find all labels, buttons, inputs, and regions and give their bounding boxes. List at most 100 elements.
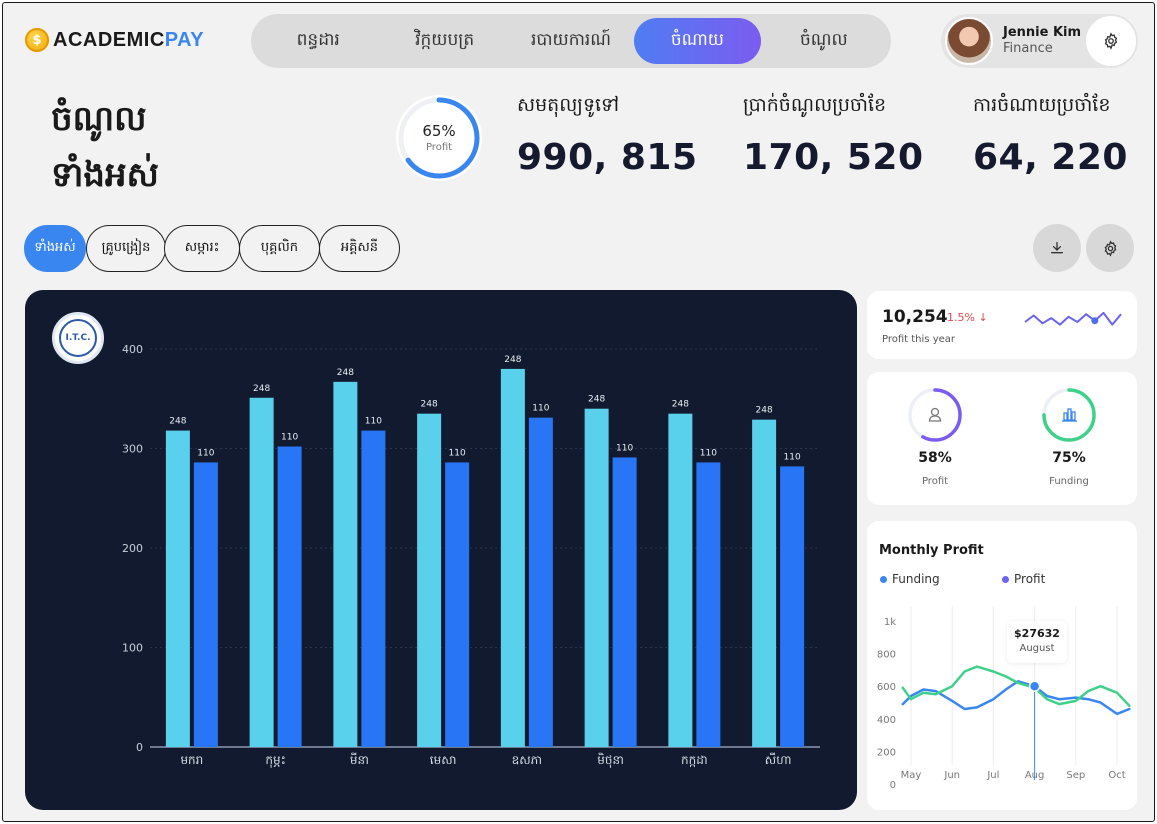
bar[interactable] xyxy=(500,368,525,747)
summary-value: 10,254 xyxy=(882,307,948,327)
summary-change: 1.5% ↓ xyxy=(947,311,988,324)
stat-label: សមតុល្យទូទៅ xyxy=(517,94,620,116)
x-tick-label: ឧសភា xyxy=(512,753,542,767)
nav-tab-income[interactable]: ចំណូល xyxy=(761,18,887,64)
bar-value-label: 248 xyxy=(672,400,689,410)
y-tick-label: 400 xyxy=(122,343,143,356)
x-tick-label: May xyxy=(901,770,922,781)
funding-kpi-label: Funding xyxy=(1049,476,1089,487)
sparkline-path xyxy=(1024,311,1122,326)
stat-monthly-expense: ការចំណាយប្រចាំខែ 64, 220 xyxy=(973,93,1128,178)
y-tick-label: 200 xyxy=(122,542,143,555)
tooltip-marker[interactable] xyxy=(1028,680,1041,692)
stat-label: ប្រាក់ចំណូលប្រចាំខែ xyxy=(743,94,887,116)
bar[interactable] xyxy=(417,413,442,747)
bar-value-label: 110 xyxy=(449,448,466,458)
page-title-line2: ទាំងអស់ xyxy=(51,155,159,195)
tooltip-value: $27632 xyxy=(1014,627,1060,640)
nav-tab-reports[interactable]: របាយការណ៍ xyxy=(508,18,634,64)
profit-kpi-ring xyxy=(908,388,962,442)
filter-materials[interactable]: សម្ភារះ xyxy=(164,225,240,272)
x-tick-label: មេសា xyxy=(430,753,457,767)
monthly-profit-chart: 02004006008001kMay Jun Jul Aug Sep Oct xyxy=(877,606,1131,791)
page-title: ចំណូល ទាំងអស់ xyxy=(51,91,159,203)
bar[interactable] xyxy=(277,446,302,747)
y-tick-label: 1k xyxy=(884,617,896,628)
bar[interactable] xyxy=(528,417,553,747)
chart-tooltip: $27632 August xyxy=(1007,621,1067,663)
user-profile[interactable]: Jennie Kim Finance xyxy=(941,14,1138,68)
bar[interactable] xyxy=(584,408,609,747)
logo[interactable]: $ ACADEMICPAY xyxy=(25,28,204,52)
x-tick-label: Jun xyxy=(943,770,960,781)
monthly-profit-title: Monthly Profit xyxy=(879,543,984,558)
x-tick-label: Jul xyxy=(986,770,999,781)
stat-value: 64, 220 xyxy=(973,137,1128,178)
profile-name: Jennie Kim xyxy=(1003,24,1082,40)
nav-tab-expenses[interactable]: ចំណាយ xyxy=(634,18,761,64)
legend-funding-label[interactable]: Funding xyxy=(892,572,940,586)
bar[interactable] xyxy=(752,419,777,747)
profit-ring-percent: 65% xyxy=(422,122,456,140)
bar-chart-panel: I.T.C. 0 100 200 300 400 248 110 មករា 248 110 កុម្… xyxy=(25,290,857,810)
legend-profit-label[interactable]: Profit xyxy=(1014,572,1045,586)
stat-label: ការចំណាយប្រចាំខែ xyxy=(973,94,1111,116)
bar[interactable] xyxy=(249,397,274,747)
x-tick-label: Oct xyxy=(1108,770,1125,781)
sparkline xyxy=(1024,311,1122,326)
profit-kpi-percent: 58% xyxy=(918,450,952,466)
y-tick-label: 0 xyxy=(890,780,896,791)
funding-kpi-percent: 75% xyxy=(1052,450,1086,466)
profit-summary-card: 10,254 1.5% ↓ Profit this year xyxy=(867,291,1137,359)
nav-tab-tax[interactable]: ពន្ធដារ xyxy=(255,18,381,64)
y-tick-label: 0 xyxy=(136,741,143,754)
logo-prefix: ACADEMIC xyxy=(53,28,165,51)
y-tick-label: 800 xyxy=(877,650,896,661)
download-icon xyxy=(1051,242,1063,254)
bar-chart-icon xyxy=(1062,408,1077,422)
bar[interactable] xyxy=(165,430,190,747)
bar[interactable] xyxy=(361,430,386,747)
y-tick-label: 600 xyxy=(877,682,896,693)
bar-value-label: 110 xyxy=(281,433,298,443)
legend-funding-dot xyxy=(880,576,887,583)
x-tick-label: កក្កដា xyxy=(681,753,708,767)
app-window: $ ACADEMICPAY ពន្ធដារ វិក្កយបត្រ របាយការ… xyxy=(2,2,1155,822)
bar-value-label: 248 xyxy=(756,406,773,416)
sparkline-marker xyxy=(1091,317,1099,325)
y-tick-label: 100 xyxy=(122,642,143,655)
bar-value-label: 248 xyxy=(337,368,354,378)
line-series xyxy=(901,680,1131,716)
monthly-profit-card: 0 200 400 600 800 1k May Jun Jul Aug Sep Oct Monthl… xyxy=(867,521,1137,810)
chart-settings-button[interactable] xyxy=(1086,224,1134,272)
stat-general-balance: សមតុល្យទូទៅ 990, 815 xyxy=(517,93,698,178)
filter-electricity[interactable]: អគ្គិសនី xyxy=(319,225,400,272)
bar[interactable] xyxy=(780,466,805,747)
bar[interactable] xyxy=(696,462,721,747)
profile-settings-button[interactable] xyxy=(1086,16,1136,66)
bar[interactable] xyxy=(445,462,470,747)
download-button[interactable] xyxy=(1033,224,1081,272)
stat-monthly-income: ប្រាក់ចំណូលប្រចាំខែ 170, 520 xyxy=(743,93,924,178)
bar-value-label: 110 xyxy=(616,443,633,453)
kpi-card: 58% Profit 75% Funding xyxy=(867,372,1137,505)
profile-role: Finance xyxy=(1003,41,1053,56)
x-tick-label: មីនា xyxy=(350,752,369,767)
bar[interactable] xyxy=(612,457,637,747)
x-tick-label: សីហា xyxy=(765,752,792,767)
y-tick-label: 200 xyxy=(877,747,896,758)
x-tick-label: មិថុនា xyxy=(597,752,624,768)
bar-value-label: 248 xyxy=(504,355,521,365)
filter-all[interactable]: ទាំងអស់ xyxy=(24,225,86,272)
nav-tab-invoices[interactable]: វិក្កយបត្រ xyxy=(381,18,507,64)
bar[interactable] xyxy=(668,413,693,747)
filter-teachers[interactable]: គ្រូបង្រៀន xyxy=(86,225,166,272)
bar-chart: 0 100 200 300 400 248 110 មករា 248 110 កុម្ភះ 248 11… xyxy=(122,343,820,768)
filter-staff[interactable]: បុគ្គលិក xyxy=(239,225,320,272)
x-tick-label: Sep xyxy=(1066,770,1085,781)
avatar[interactable] xyxy=(945,17,993,65)
bar[interactable] xyxy=(333,381,358,747)
bar[interactable] xyxy=(193,462,218,747)
bar-value-label: 248 xyxy=(253,384,270,394)
gear-icon xyxy=(1104,32,1118,50)
